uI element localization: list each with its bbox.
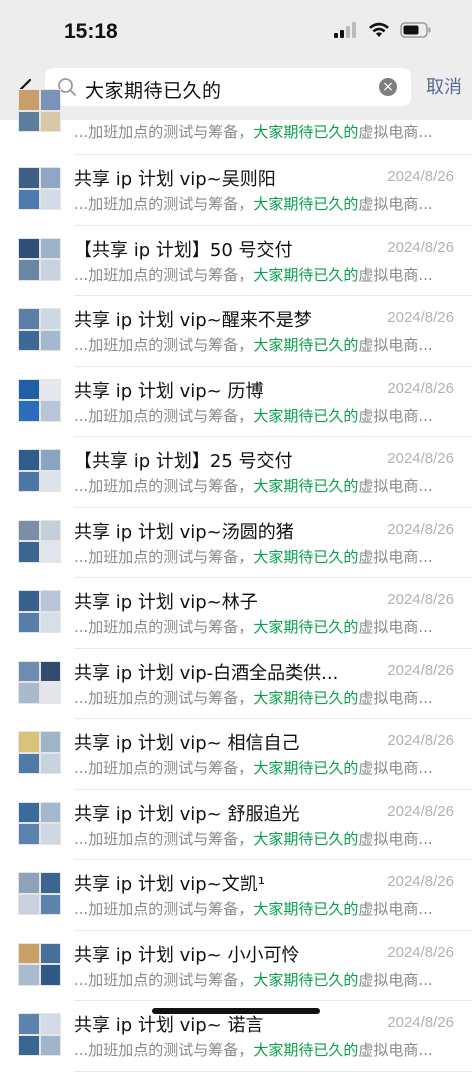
result-title: 共享 ip 计划 vip~ 相信自己 [74, 733, 300, 754]
result-snippet: ...加班加点的测试与筹备，大家期待已久的虚拟电商... [74, 477, 433, 495]
chat-thumbnail [18, 519, 61, 563]
status-time: 15:18 [64, 20, 118, 43]
result-title: 共享 ip 计划 vip~文凯¹ [74, 874, 265, 895]
list-item[interactable]: 共享 ip 计划 vip~ 小小可怜 2024/8/26 ...加班加点的测试与筹备… [0, 931, 472, 1001]
search-header: 大家期待已久的 × 取消 [0, 64, 472, 120]
chat-thumbnail [18, 378, 61, 422]
result-date: 2024/8/26 [387, 1014, 454, 1031]
result-title: 共享 ip 计划 vip~林子 [74, 592, 258, 613]
chat-thumbnail [18, 590, 61, 633]
battery-icon [400, 22, 431, 38]
result-snippet: ...加班加点的测试与筹备，大家期待已久的虚拟电商... [74, 547, 433, 566]
chat-thumbnail [18, 872, 61, 915]
search-input[interactable]: 大家期待已久的 × [45, 68, 411, 106]
result-snippet: ...加班加点的测试与筹备，大家期待已久的虚拟电商... [74, 336, 433, 354]
result-date: 2024/8/26 [387, 943, 454, 961]
list-item[interactable]: 共享 ip 计划 vip-白酒全品类供... 2024/8/26 ...加班加点的测… [0, 649, 472, 719]
result-date: 2024/8/26 [387, 450, 454, 467]
chat-thumbnail [18, 237, 61, 281]
list-item[interactable]: 共享 ip 计划 vip~ 历博 2024/8/26 ...加班加点的测试与筹备，大… [0, 367, 472, 437]
result-date: 2024/8/26 [387, 379, 454, 397]
chat-thumbnail [18, 1013, 61, 1056]
result-snippet: ...加班加点的测试与筹备，大家期待已久的虚拟电商... [74, 1041, 433, 1059]
result-title: 共享 ip 计划 vip~ 诺言 [74, 1015, 264, 1036]
result-date: 2024/8/26 [387, 520, 454, 538]
home-indicator [152, 1008, 320, 1014]
list-item[interactable]: 共享 ip 计划 vip~醒来不是梦 2024/8/26 ...加班加点的测试与筹备… [0, 296, 472, 367]
chat-thumbnail [18, 167, 61, 210]
chat-thumbnail [18, 89, 61, 132]
chat-thumbnail [18, 942, 61, 986]
result-date: 2024/8/26 [387, 309, 454, 326]
result-date: 2024/8/26 [387, 802, 454, 820]
result-title: 共享 ip 计划 vip~吴则阳 [74, 169, 276, 190]
result-title: 【共享 ip 计划】50 号交付 [74, 239, 293, 261]
chat-thumbnail [18, 731, 61, 774]
chat-thumbnail [18, 308, 61, 351]
signal-icon [334, 22, 356, 38]
result-date: 2024/8/26 [387, 661, 454, 679]
clear-icon[interactable]: × [379, 78, 397, 96]
chat-thumbnail [18, 449, 61, 492]
list-item[interactable]: 共享 ip 计划 vip~ 相信自己 2024/8/26 ...加班加点的测试与筹备… [0, 719, 472, 790]
result-snippet: ...加班加点的测试与筹备，大家期待已久的虚拟电商... [74, 970, 433, 989]
cancel-button[interactable]: 取消 [426, 73, 462, 99]
result-title: 共享 ip 计划 vip~汤圆的猪 [74, 521, 294, 543]
result-date: 2024/8/26 [387, 732, 454, 749]
result-snippet: ...加班加点的测试与筹备，大家期待已久的虚拟电商... [74, 900, 433, 918]
result-date: 2024/8/26 [387, 168, 454, 185]
result-snippet: ...加班加点的测试与筹备，大家期待已久的虚拟电商... [74, 759, 433, 777]
result-date: 2024/8/26 [387, 238, 454, 256]
result-snippet: ...加班加点的测试与筹备，大家期待已久的虚拟电商... [74, 265, 433, 284]
chat-thumbnail [18, 660, 61, 704]
search-query: 大家期待已久的 [85, 80, 222, 102]
result-snippet: ...加班加点的测试与筹备，大家期待已久的虚拟电商... [74, 195, 433, 213]
result-title: 共享 ip 计划 vip~ 历博 [74, 380, 264, 402]
list-item[interactable]: 共享 ip 计划 vip~吴则阳 2024/8/26 ...加班加点的测试与筹备，大… [0, 155, 472, 226]
list-item[interactable]: ...加班加点的测试与筹备，大家期待已久的虚拟电商... [0, 89, 472, 155]
search-results-list: ...加班加点的测试与筹备，大家期待已久的虚拟电商... 共享 ip 计划 vi… [0, 89, 472, 1072]
list-item[interactable]: 共享 ip 计划 vip~ 舒服追光 2024/8/26 ...加班加点的测试与筹备… [0, 790, 472, 860]
result-snippet: ...加班加点的测试与筹备，大家期待已久的虚拟电商... [74, 829, 433, 848]
list-item[interactable]: 共享 ip 计划 vip~汤圆的猪 2024/8/26 ...加班加点的测试与筹备，… [0, 508, 472, 578]
list-item[interactable]: 【共享 ip 计划】50 号交付 2024/8/26 ...加班加点的测试与筹备，大… [0, 226, 472, 296]
status-icons [334, 22, 432, 38]
list-item[interactable]: 共享 ip 计划 vip~文凯¹ 2024/8/26 ...加班加点的测试与筹备，大… [0, 860, 472, 931]
result-snippet: ...加班加点的测试与筹备，大家期待已久的虚拟电商... [74, 618, 433, 636]
status-bar: 15:18 [0, 0, 472, 64]
result-title: 共享 ip 计划 vip~ 小小可怜 [74, 944, 300, 966]
result-snippet: ...加班加点的测试与筹备，大家期待已久的虚拟电商... [74, 688, 433, 707]
wifi-icon [369, 22, 389, 37]
result-snippet: ...加班加点的测试与筹备，大家期待已久的虚拟电商... [74, 123, 433, 141]
result-date: 2024/8/26 [387, 873, 454, 890]
result-date: 2024/8/26 [387, 591, 454, 608]
result-title: 共享 ip 计划 vip-白酒全品类供... [74, 662, 339, 684]
result-title: 共享 ip 计划 vip~醒来不是梦 [74, 310, 312, 331]
result-title: 共享 ip 计划 vip~ 舒服追光 [74, 803, 300, 825]
list-item[interactable]: 【共享 ip 计划】25 号交付 2024/8/26 ...加班加点的测试与筹备，大… [0, 437, 472, 508]
list-item[interactable]: 共享 ip 计划 vip~林子 2024/8/26 ...加班加点的测试与筹备，大家… [0, 578, 472, 649]
result-snippet: ...加班加点的测试与筹备，大家期待已久的虚拟电商... [74, 406, 433, 425]
result-title: 【共享 ip 计划】25 号交付 [74, 451, 293, 472]
chat-thumbnail [18, 801, 61, 845]
